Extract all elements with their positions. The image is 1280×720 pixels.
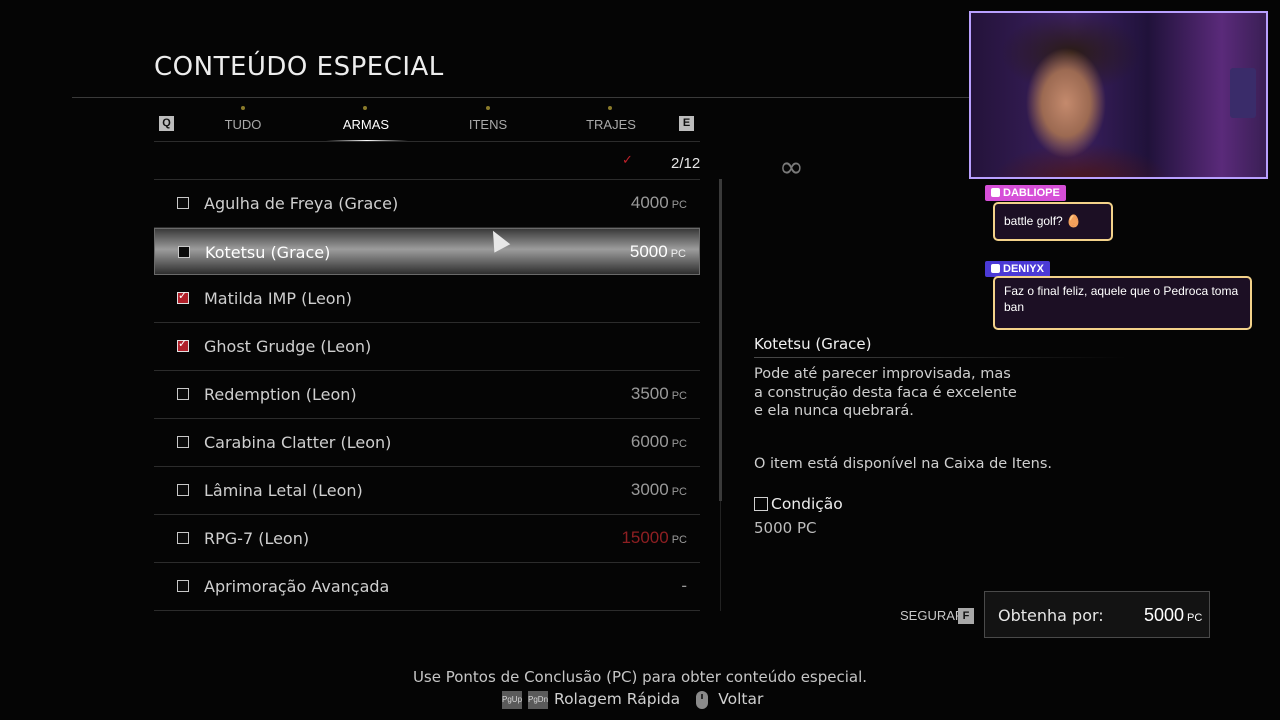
tab-prev-key[interactable]: Q — [159, 116, 174, 131]
item-list: Agulha de Freya (Grace) 4000 PC Kotetsu (… — [154, 180, 700, 611]
infinity-icon: ∞ — [779, 150, 804, 185]
condition-value: 5000 PC — [754, 519, 817, 537]
footer-hint: Use Pontos de Conclusão (PC) para obter … — [412, 668, 868, 686]
checkbox-checked — [177, 289, 189, 304]
tab-indicator-dot — [486, 106, 490, 110]
obtain-label: Obtenha por: — [998, 606, 1104, 625]
detail-divider — [754, 357, 1126, 358]
checkbox — [177, 388, 189, 400]
tab-indicator-dot — [241, 106, 245, 110]
tab-tudo[interactable]: TUDO — [193, 117, 293, 132]
tabs-divider — [154, 141, 700, 142]
tab-itens[interactable]: ITENS — [438, 117, 538, 132]
item-label: Ghost Grudge (Leon) — [204, 337, 372, 356]
item-label: Redemption (Leon) — [204, 385, 357, 404]
list-scroll-track — [720, 501, 721, 611]
checkbox — [177, 197, 189, 209]
webcam-overlay — [969, 11, 1268, 179]
checkmark-icon: ✓ — [622, 153, 633, 168]
list-item[interactable]: Ghost Grudge (Leon) — [154, 323, 700, 371]
mouse-icon — [696, 690, 709, 709]
list-item[interactable]: Carabina Clatter (Leon) 6000 PC — [154, 419, 700, 467]
hold-key[interactable]: F — [958, 608, 974, 624]
tab-indicator-dot — [363, 106, 367, 110]
detail-availability: O item está disponível na Caixa de Itens… — [754, 456, 1053, 472]
checkbox — [177, 532, 189, 544]
list-item[interactable]: Agulha de Freya (Grace) 4000 PC — [154, 180, 700, 228]
webcam-background-prop — [1230, 68, 1256, 118]
list-item[interactable]: Lâmina Letal (Leon) 3000 PC — [154, 467, 700, 515]
chat-username: DABLIOPE — [985, 185, 1066, 201]
unlock-count: 2/12 — [671, 155, 701, 172]
obtain-price: 5000 PC — [1144, 605, 1203, 625]
item-label: Aprimoração Avançada — [204, 577, 390, 596]
back-label[interactable]: Voltar — [718, 690, 763, 708]
item-label: RPG-7 (Leon) — [204, 529, 310, 548]
tab-trajes[interactable]: TRAJES — [561, 117, 661, 132]
item-price-unaffordable: 15000 PC — [621, 528, 687, 547]
item-price: 3000 PC — [630, 480, 687, 499]
condition-checkbox — [754, 497, 768, 511]
checkbox — [177, 580, 189, 592]
checkbox — [177, 436, 189, 448]
checkbox-checked — [177, 337, 189, 352]
item-label: Agulha de Freya (Grace) — [204, 194, 399, 213]
item-price: 4000 PC — [630, 193, 687, 212]
item-price: 6000 PC — [630, 432, 687, 451]
pgdn-key-icon: PgDn — [528, 690, 548, 709]
item-price: - — [681, 576, 687, 595]
chat-message: Faz o final feliz, aquele que o Pedroca … — [993, 276, 1252, 330]
tab-armas[interactable]: ARMAS — [316, 117, 416, 132]
footer-controls: PgUp PgDn Rolagem Rápida Voltar — [502, 690, 763, 709]
item-label: Kotetsu (Grace) — [205, 243, 331, 262]
list-item[interactable]: Aprimoração Avançada - — [154, 563, 700, 611]
tab-indicator-dot — [608, 106, 612, 110]
checkbox — [178, 246, 190, 258]
page-title: CONTEÚDO ESPECIAL — [154, 52, 444, 82]
chat-message: battle golf? 🥚 — [993, 202, 1113, 241]
item-label: Lâmina Letal (Leon) — [204, 481, 363, 500]
item-price: 5000 PC — [629, 242, 686, 261]
detail-title: Kotetsu (Grace) — [754, 335, 872, 353]
chat-badge-icon — [991, 188, 1000, 197]
condition-label: Condição — [771, 495, 843, 513]
item-label: Matilda IMP (Leon) — [204, 289, 352, 308]
item-price: 3500 PC — [630, 384, 687, 403]
hold-label: SEGURAR — [900, 608, 965, 623]
chat-username: DENIYX — [985, 261, 1050, 277]
pgup-key-icon: PgUp — [502, 690, 522, 709]
item-label: Carabina Clatter (Leon) — [204, 433, 392, 452]
list-item[interactable]: Matilda IMP (Leon) — [154, 275, 700, 323]
tab-next-key[interactable]: E — [679, 116, 694, 131]
checkbox — [177, 484, 189, 496]
chat-badge-icon — [991, 264, 1000, 273]
detail-description: Pode até parecer improvisada, mas a cons… — [754, 366, 1017, 419]
list-item-selected[interactable]: Kotetsu (Grace) 5000 PC — [154, 228, 700, 275]
fast-scroll-label[interactable]: Rolagem Rápida — [554, 690, 680, 708]
list-scrollbar[interactable] — [719, 179, 722, 501]
title-divider — [72, 97, 972, 98]
list-item[interactable]: RPG-7 (Leon) 15000 PC — [154, 515, 700, 563]
list-item[interactable]: Redemption (Leon) 3500 PC — [154, 371, 700, 419]
